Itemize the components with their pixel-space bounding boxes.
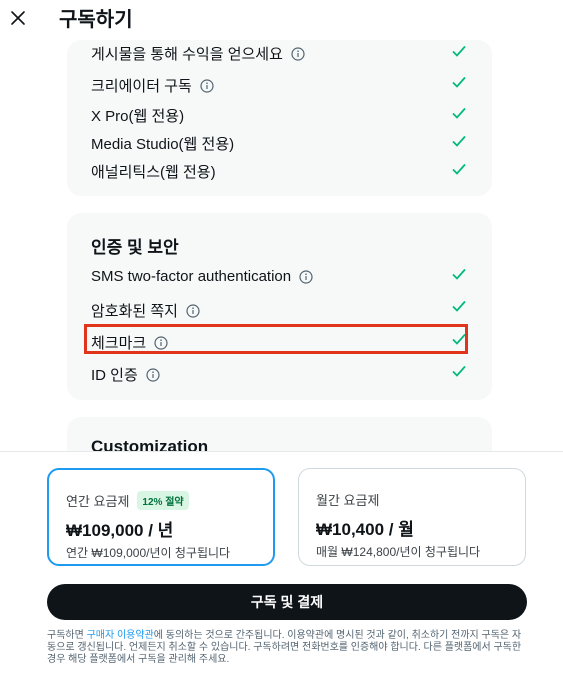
security-card: 인증 및 보안 SMS two-factor authentication 암호… bbox=[67, 213, 492, 400]
plan-billing-note: 매월 ₩124,800/년이 청구됩니다 bbox=[316, 545, 481, 559]
legal-text: 구독하면 구매자 이용약관에 동의하는 것으로 간주됩니다. 이용약관에 명시된… bbox=[47, 630, 529, 666]
highlight-box bbox=[84, 324, 468, 354]
info-icon[interactable] bbox=[291, 46, 305, 61]
feature-row: ID 인증 bbox=[91, 364, 160, 385]
check-icon bbox=[452, 163, 466, 175]
check-icon bbox=[452, 268, 466, 280]
feature-row: 암호화된 쪽지 bbox=[91, 300, 200, 321]
feature-label: 크리에이터 구독 bbox=[91, 78, 192, 95]
check-icon bbox=[452, 365, 466, 377]
close-icon bbox=[11, 11, 25, 25]
page-title: 구독하기 bbox=[59, 9, 133, 31]
plan-price: ₩10,400 / 월 bbox=[316, 520, 414, 539]
feature-row: 애널리틱스(웹 전용) bbox=[91, 161, 216, 182]
feature-label: 게시물을 통해 수익을 얻으세요 bbox=[91, 46, 283, 63]
plan-title: 월간 요금제 bbox=[316, 490, 379, 509]
info-icon[interactable] bbox=[146, 367, 160, 382]
plan-price: ₩109,000 / 년 bbox=[66, 521, 174, 540]
feature-row: 크리에이터 구독 bbox=[91, 75, 214, 96]
feature-row: Media Studio(웹 전용) bbox=[91, 133, 234, 154]
feature-label: ID 인증 bbox=[91, 367, 138, 384]
info-icon[interactable] bbox=[299, 269, 313, 284]
feature-label: Media Studio(웹 전용) bbox=[91, 136, 235, 153]
buyer-terms-link[interactable]: 구매자 이용약관 bbox=[87, 630, 154, 641]
info-icon[interactable] bbox=[200, 78, 214, 93]
plan-billing-note: 연간 ₩109,000/년이 청구됩니다 bbox=[66, 546, 231, 560]
plan-selector-panel: 연간 요금제 12% 절약 ₩109,000 / 년 연간 ₩109,000/년… bbox=[0, 451, 563, 674]
close-button[interactable] bbox=[6, 6, 30, 30]
legal-prefix: 구독하면 bbox=[47, 630, 87, 641]
feature-label: SMS two-factor authentication bbox=[91, 268, 292, 285]
check-icon bbox=[452, 300, 466, 312]
feature-row: 게시물을 통해 수익을 얻으세요 bbox=[91, 43, 305, 64]
section-title: 인증 및 보안 bbox=[91, 238, 179, 257]
plan-title-text: 연간 요금제 bbox=[66, 494, 130, 509]
check-icon bbox=[452, 135, 466, 147]
feature-row: X Pro(웹 전용) bbox=[91, 105, 184, 126]
monthly-plan-option[interactable]: 월간 요금제 ₩10,400 / 월 매월 ₩124,800/년이 청구됩니다 bbox=[298, 468, 526, 566]
check-icon bbox=[452, 107, 466, 119]
features-card: 게시물을 통해 수익을 얻으세요 크리에이터 구독 X Pro(웹 전용) Me… bbox=[67, 40, 492, 196]
subscribe-button[interactable]: 구독 및 결제 bbox=[47, 584, 527, 620]
feature-label: 암호화된 쪽지 bbox=[91, 303, 178, 320]
savings-badge: 12% 절약 bbox=[137, 491, 189, 510]
feature-row: SMS two-factor authentication bbox=[91, 268, 313, 285]
plan-title-text: 월간 요금제 bbox=[316, 493, 380, 508]
annual-plan-option[interactable]: 연간 요금제 12% 절약 ₩109,000 / 년 연간 ₩109,000/년… bbox=[47, 468, 275, 566]
check-icon bbox=[452, 45, 466, 57]
info-icon[interactable] bbox=[186, 303, 200, 318]
feature-label: 애널리틱스(웹 전용) bbox=[91, 164, 216, 181]
plan-title: 연간 요금제 12% 절약 bbox=[66, 491, 189, 510]
feature-label: X Pro(웹 전용) bbox=[91, 108, 185, 125]
check-icon bbox=[452, 76, 466, 88]
